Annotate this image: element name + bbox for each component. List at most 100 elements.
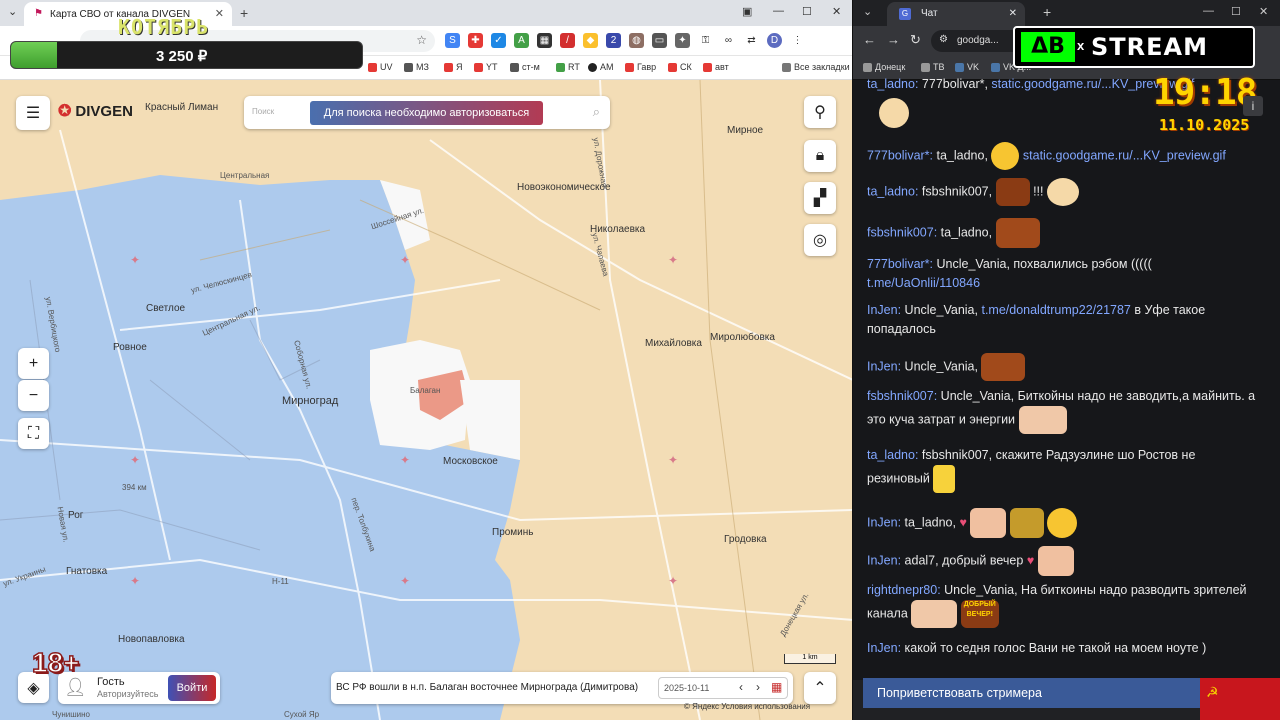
bookmark-rt[interactable]: RT <box>556 62 580 72</box>
extension-9-icon[interactable]: ◍ <box>629 33 644 48</box>
extension-10-icon[interactable]: ▭ <box>652 33 667 48</box>
heart-icon: ♥ <box>959 515 967 530</box>
calendar-icon[interactable]: ▦ <box>771 680 782 694</box>
bookmark-gavr[interactable]: Гавр <box>625 62 656 72</box>
user-panel: 👤︎ Гость Авторизуйтесь Войти <box>58 672 220 704</box>
extensions-row: S ✚ ✓ A ▦ / ◆ 2 ◍ ▭ ✦ ⚿ ∞ ⇄ D ⋮ <box>445 33 805 48</box>
date-picker[interactable]: 2025-10-11 ‹ › ▦ <box>658 677 788 699</box>
lock-button[interactable]: 🔒︎ <box>804 140 836 172</box>
close-window-icon[interactable]: ✕ <box>832 5 841 18</box>
menu-dots-icon[interactable]: ⋮ <box>790 33 805 48</box>
extension-2-icon[interactable]: ✚ <box>468 33 483 48</box>
bookmark-uv[interactable]: UV <box>368 62 393 72</box>
extension-1-icon[interactable]: S <box>445 33 460 48</box>
map-view[interactable]: ✦ ✦ ✦ ✦ ✦ ✦ ✦ ✦ ✦ Красный Лиман Мирное Новоэко… <box>0 80 852 720</box>
map-search-box[interactable]: Поиск Для поиска необходимо авторизовать… <box>244 96 610 129</box>
extension-4-icon[interactable]: A <box>514 33 529 48</box>
extensions-puzzle-icon[interactable]: ✦ <box>675 33 690 48</box>
svg-text:✦: ✦ <box>668 253 678 267</box>
chat-panel[interactable]: ta_ladno: 777bolivar*, static.goodgame.r… <box>853 77 1280 680</box>
site-info-icon[interactable]: ⚙ <box>939 34 948 45</box>
chat-message: InJen: Uncle_Vania, <box>867 353 1261 381</box>
bookmark-am[interactable]: AM <box>588 62 614 72</box>
donation-progress-fill <box>11 42 57 68</box>
emote-beaver-icon <box>981 353 1026 381</box>
label-mirolyubovka: Миролюбовка <box>710 332 775 343</box>
extension-7-icon[interactable]: ◆ <box>583 33 598 48</box>
bookmark-mz[interactable]: МЗ <box>404 62 429 72</box>
maximize-icon[interactable]: ☐ <box>1231 5 1241 18</box>
bookmark-ya[interactable]: Я <box>444 62 463 72</box>
donation-progress-bar: 3 250 ₽ <box>10 41 363 69</box>
extension-8-icon[interactable]: 2 <box>606 33 621 48</box>
close-tab-icon[interactable]: ✕ <box>1009 8 1017 19</box>
search-icon[interactable]: ⌕ <box>593 104 600 120</box>
emote-smile-icon <box>991 142 1020 170</box>
ussr-flag-icon: ☭ <box>1200 678 1280 720</box>
chat-message: 777bolivar*: Uncle_Vania, похвалились рэ… <box>867 257 1152 290</box>
map-attribution[interactable]: © Яндекс Условия использования <box>684 702 810 711</box>
translate-icon[interactable]: ⇄ <box>744 33 759 48</box>
tab-media-icon[interactable]: ▣ <box>742 5 752 18</box>
news-text[interactable]: ВС РФ вошли в н.п. Балаган восточнее Мир… <box>336 682 638 693</box>
label-tsentralnaya: Центральная <box>220 171 270 180</box>
tab-search-icon[interactable]: ⌄ <box>8 5 17 18</box>
info-icon[interactable]: i <box>1243 96 1263 116</box>
menu-hamburger-icon[interactable]: ☰ <box>16 96 50 130</box>
minimize-icon[interactable]: — <box>773 5 784 17</box>
auth-required-notice[interactable]: Для поиска необходимо авторизоваться <box>310 101 543 125</box>
location-pin-button[interactable]: ⚲ <box>804 96 836 128</box>
tab-search-icon[interactable]: ⌄ <box>863 5 872 18</box>
emote-dog-icon <box>879 98 909 128</box>
extension-5-icon[interactable]: ▦ <box>537 33 552 48</box>
emote-homer-icon <box>933 465 956 493</box>
expand-up-icon[interactable]: ⌃ <box>804 672 836 704</box>
zoom-in-button[interactable]: + <box>18 348 49 379</box>
emote-hand-icon <box>1037 546 1074 576</box>
bookmark-tv[interactable]: ТВ <box>921 62 945 72</box>
forward-icon[interactable]: → <box>887 32 900 47</box>
fullscreen-icon[interactable]: ⛶ <box>18 418 49 449</box>
back-icon[interactable]: ← <box>863 32 876 47</box>
close-window-icon[interactable]: ✕ <box>1259 5 1268 18</box>
extension-6-icon[interactable]: / <box>560 33 575 48</box>
bookmark-all[interactable]: Все закладки <box>782 62 850 72</box>
tab-chat[interactable]: G Чат ✕ <box>887 2 1025 26</box>
bookmark-sk[interactable]: СК <box>668 62 692 72</box>
zoom-out-button[interactable]: − <box>18 380 49 411</box>
label-chunishino: Чунишино <box>52 710 90 719</box>
label-n11: Н-11 <box>272 577 289 586</box>
close-tab-icon[interactable]: ✕ <box>215 7 224 20</box>
label-grodovka: Гродовка <box>724 534 767 545</box>
chat-nick[interactable]: ta_ladno: <box>867 77 918 91</box>
bookmark-vk[interactable]: VK <box>955 62 979 72</box>
bookmark-star-icon[interactable]: ☆ <box>416 33 427 47</box>
bookmark-avt[interactable]: авт <box>703 62 729 72</box>
new-tab-icon[interactable]: + <box>1043 4 1051 20</box>
reload-icon[interactable]: ↻ <box>910 32 921 48</box>
login-button[interactable]: Войти <box>168 675 216 701</box>
bookmark-donetsk[interactable]: Донецк <box>863 62 905 72</box>
key-icon[interactable]: ⚿ <box>698 33 713 48</box>
emote-good-evening-icon: ДОБРЫЙ ВЕЧЕР! <box>960 600 999 628</box>
emote-man-icon <box>1018 406 1067 434</box>
ruler-button[interactable]: ▞ <box>804 182 836 214</box>
new-tab-icon[interactable]: + <box>240 5 248 21</box>
map-scale: 1 km <box>784 654 836 664</box>
link-icon[interactable]: ∞ <box>721 33 736 48</box>
bookmark-yt[interactable]: YT <box>474 62 498 72</box>
extension-3-icon[interactable]: ✓ <box>491 33 506 48</box>
chat-message: fsbshnik007: Uncle_Vania, Биткойны надо … <box>867 387 1261 434</box>
radar-button[interactable]: ◎ <box>804 224 836 256</box>
divgen-logo: ✪ DIVGEN <box>58 102 133 121</box>
label-rog: Рог <box>68 510 84 521</box>
greet-streamer-button[interactable]: Поприветствовать стримера <box>863 678 1209 708</box>
next-date-icon[interactable]: › <box>756 680 760 694</box>
profile-avatar[interactable]: D <box>767 33 782 48</box>
chat-message: rightdnepr80: Uncle_Vania, На биткоины н… <box>867 581 1261 628</box>
age-rating: 18+ <box>31 646 80 679</box>
minimize-icon[interactable]: — <box>1203 5 1214 17</box>
bookmark-stm[interactable]: ст-м <box>510 62 540 72</box>
maximize-icon[interactable]: ☐ <box>802 5 812 18</box>
prev-date-icon[interactable]: ‹ <box>739 680 743 694</box>
